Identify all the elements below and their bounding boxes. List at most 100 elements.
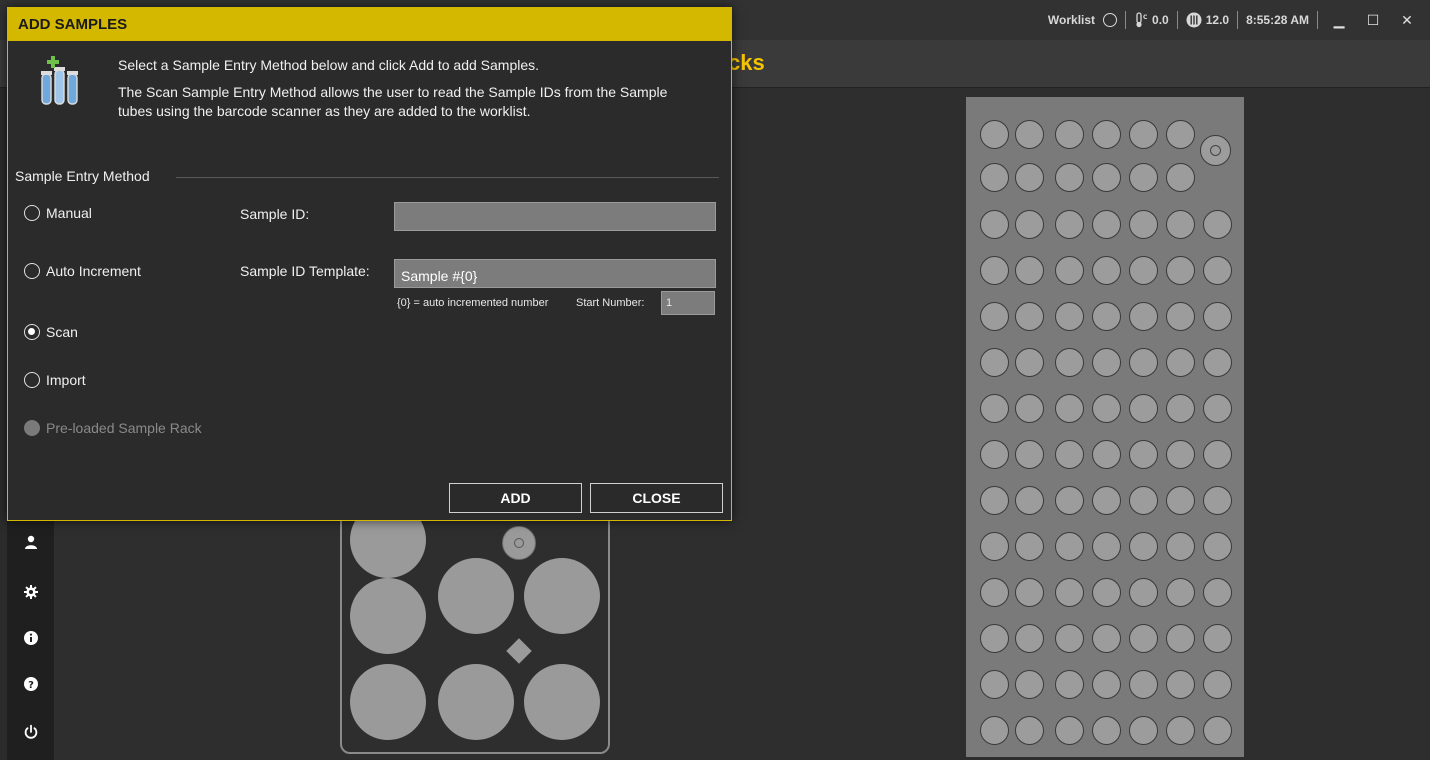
rack-well[interactable] [1055, 716, 1084, 745]
rack-well[interactable] [980, 670, 1009, 699]
rack-well[interactable] [1015, 532, 1044, 561]
sidebar-item-power[interactable] [7, 714, 54, 750]
rack-well[interactable] [1166, 394, 1195, 423]
rack-well[interactable] [1015, 440, 1044, 469]
rack-well[interactable] [1166, 624, 1195, 653]
rack-well[interactable] [980, 163, 1009, 192]
rack-tube[interactable] [438, 664, 514, 740]
rack-well[interactable] [1092, 210, 1121, 239]
rack-well[interactable] [1015, 348, 1044, 377]
add-button[interactable]: ADD [449, 483, 582, 513]
rack-well[interactable] [1203, 486, 1232, 515]
rack-well[interactable] [1092, 486, 1121, 515]
rack-well[interactable] [980, 210, 1009, 239]
rack-marker-tube[interactable] [502, 526, 536, 560]
rack-well[interactable] [980, 302, 1009, 331]
rack-well[interactable] [1015, 210, 1044, 239]
rack-well[interactable] [980, 716, 1009, 745]
rack-well[interactable] [1055, 670, 1084, 699]
close-window-button[interactable]: ✕ [1394, 12, 1420, 29]
rack-tube[interactable] [524, 664, 600, 740]
rack-well[interactable] [1166, 532, 1195, 561]
rack-well[interactable] [980, 120, 1009, 149]
rack-well[interactable] [1015, 302, 1044, 331]
rack-well[interactable] [1092, 163, 1121, 192]
rack-well[interactable] [1092, 348, 1121, 377]
rack-well[interactable] [1092, 120, 1121, 149]
rack-tube[interactable] [524, 558, 600, 634]
rack-well[interactable] [1129, 486, 1158, 515]
worklist-status[interactable]: Worklist [1048, 13, 1118, 27]
rack-well[interactable] [1166, 440, 1195, 469]
rack-well[interactable] [980, 440, 1009, 469]
rack-well[interactable] [1015, 256, 1044, 285]
rack-well[interactable] [1092, 302, 1121, 331]
sidebar-item-info[interactable] [7, 620, 54, 656]
sidebar-item-help[interactable]: ? [7, 666, 54, 702]
rack-well[interactable] [1166, 256, 1195, 285]
rack-well[interactable] [1015, 120, 1044, 149]
rack-well[interactable] [1055, 578, 1084, 607]
rack-well[interactable] [980, 578, 1009, 607]
radio-auto-increment[interactable]: Auto Increment [24, 263, 141, 279]
rack-well[interactable] [1092, 256, 1121, 285]
rack-well[interactable] [1129, 716, 1158, 745]
radio-scan[interactable]: Scan [24, 324, 78, 340]
rack-well[interactable] [1203, 302, 1232, 331]
rack-well[interactable] [1092, 624, 1121, 653]
rack-well[interactable] [1015, 486, 1044, 515]
rack-well[interactable] [1092, 394, 1121, 423]
rack-well[interactable] [980, 348, 1009, 377]
radio-import[interactable]: Import [24, 372, 86, 388]
rack-well[interactable] [1166, 163, 1195, 192]
rack-tube[interactable] [350, 578, 426, 654]
rack-well[interactable] [1055, 302, 1084, 331]
rack-well[interactable] [1166, 302, 1195, 331]
rack-well[interactable] [1055, 210, 1084, 239]
rack-well[interactable] [1015, 624, 1044, 653]
rack-well[interactable] [1129, 163, 1158, 192]
rack-tube[interactable] [350, 664, 426, 740]
rack-well[interactable] [1129, 302, 1158, 331]
rack-well[interactable] [1129, 210, 1158, 239]
rack-well[interactable] [1055, 348, 1084, 377]
rack-well[interactable] [1203, 578, 1232, 607]
close-button[interactable]: CLOSE [590, 483, 723, 513]
rack-well[interactable] [1203, 256, 1232, 285]
rack-well[interactable] [1166, 120, 1195, 149]
rack-well[interactable] [1203, 210, 1232, 239]
reagent-rack[interactable] [340, 482, 610, 754]
rack-well[interactable] [1166, 348, 1195, 377]
rack-well[interactable] [1203, 624, 1232, 653]
rack-tube[interactable] [438, 558, 514, 634]
rack-well[interactable] [1203, 440, 1232, 469]
rack-well[interactable] [1203, 348, 1232, 377]
radio-manual[interactable]: Manual [24, 205, 92, 221]
rack-well[interactable] [1055, 256, 1084, 285]
rack-well[interactable] [1055, 440, 1084, 469]
rack-well[interactable] [1015, 394, 1044, 423]
rack-well[interactable] [1129, 670, 1158, 699]
rack-well[interactable] [1203, 394, 1232, 423]
radio-icon[interactable] [24, 263, 40, 279]
rack-well[interactable] [1055, 163, 1084, 192]
rack-well[interactable] [980, 532, 1009, 561]
template-input[interactable] [394, 259, 716, 288]
rack-well[interactable] [1055, 486, 1084, 515]
rack-well[interactable] [1092, 670, 1121, 699]
rack-well[interactable] [1129, 120, 1158, 149]
rack-well[interactable] [980, 256, 1009, 285]
rack-well[interactable] [1166, 578, 1195, 607]
rack-well[interactable] [1092, 716, 1121, 745]
rack-well[interactable] [1129, 578, 1158, 607]
radio-icon[interactable] [24, 372, 40, 388]
rack-well[interactable] [1055, 120, 1084, 149]
maximize-button[interactable]: ☐ [1360, 12, 1386, 29]
rack-well[interactable] [1092, 532, 1121, 561]
sidebar-item-settings[interactable] [7, 574, 54, 610]
rack-well[interactable] [1015, 716, 1044, 745]
radio-icon[interactable] [24, 324, 40, 340]
rack-well[interactable] [1092, 578, 1121, 607]
sample-rack[interactable] [966, 97, 1244, 757]
rack-well[interactable] [1129, 440, 1158, 469]
